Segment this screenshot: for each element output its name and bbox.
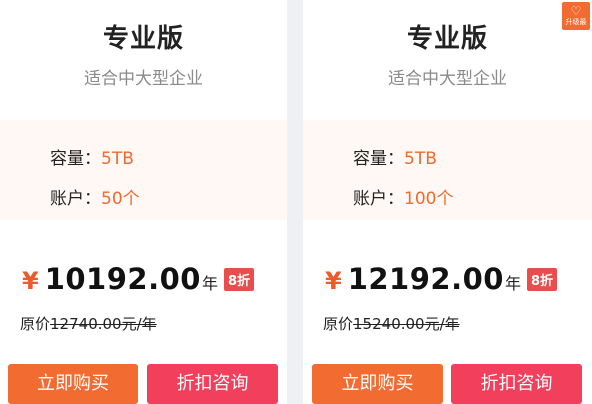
currency-symbol: ¥ bbox=[325, 267, 342, 295]
price-row: ¥ 10192.00 年 8折 bbox=[22, 262, 255, 296]
plan-title: 专业版 bbox=[102, 24, 184, 54]
plan-title: 专业版 bbox=[406, 24, 488, 54]
capacity-label: 容量： bbox=[353, 149, 404, 169]
price-unit: 年 bbox=[201, 274, 218, 293]
price-unit: 年 bbox=[504, 274, 521, 293]
accounts-value: 50个 bbox=[101, 189, 140, 209]
plan-specs: 容量：5TB 账户：50个 bbox=[0, 120, 287, 220]
discount-badge: 8折 bbox=[526, 268, 558, 291]
price-amount: 12192.00 bbox=[347, 262, 504, 296]
accounts-row: 账户：100个 bbox=[353, 184, 453, 209]
price-row: ¥ 12192.00 年 8折 bbox=[325, 262, 558, 296]
accounts-value: 100个 bbox=[404, 189, 454, 209]
original-price-label: 原价 bbox=[20, 315, 51, 333]
plan-subtitle: 适合中大型企业 bbox=[388, 69, 507, 89]
price-amount: 10192.00 bbox=[44, 262, 201, 296]
buy-now-button[interactable]: 立即购买 bbox=[8, 364, 138, 404]
diamond-icon: ♡ bbox=[570, 4, 582, 18]
capacity-row: 容量：5TB bbox=[50, 144, 134, 169]
accounts-row: 账户：50个 bbox=[50, 184, 140, 209]
original-price-value: 12740.00元/年 bbox=[50, 315, 157, 333]
discount-badge: 8折 bbox=[223, 268, 255, 291]
capacity-value: 5TB bbox=[404, 149, 437, 169]
currency-symbol: ¥ bbox=[22, 267, 39, 295]
plan-card-2: ♡ 升级最 专业版 适合中大型企业 容量：5TB 账户：100个 ¥ 12192… bbox=[303, 0, 592, 404]
capacity-label: 容量： bbox=[50, 149, 101, 169]
accounts-label: 账户： bbox=[50, 189, 101, 209]
discount-consult-button[interactable]: 折扣咨询 bbox=[451, 364, 582, 404]
original-price-value: 15240.00元/年 bbox=[353, 315, 460, 333]
buy-now-button[interactable]: 立即购买 bbox=[312, 364, 443, 404]
plan-subtitle: 适合中大型企业 bbox=[84, 69, 203, 89]
capacity-value: 5TB bbox=[101, 149, 134, 169]
plan-specs: 容量：5TB 账户：100个 bbox=[303, 120, 592, 220]
original-price: 原价15240.00元/年 bbox=[323, 313, 460, 334]
discount-consult-button[interactable]: 折扣咨询 bbox=[147, 364, 278, 404]
original-price-label: 原价 bbox=[323, 315, 354, 333]
plan-card-1: 专业版 适合中大型企业 容量：5TB 账户：50个 ¥ 10192.00 年 8… bbox=[0, 0, 287, 404]
original-price: 原价12740.00元/年 bbox=[20, 313, 157, 334]
capacity-row: 容量：5TB bbox=[353, 144, 437, 169]
accounts-label: 账户： bbox=[353, 189, 404, 209]
